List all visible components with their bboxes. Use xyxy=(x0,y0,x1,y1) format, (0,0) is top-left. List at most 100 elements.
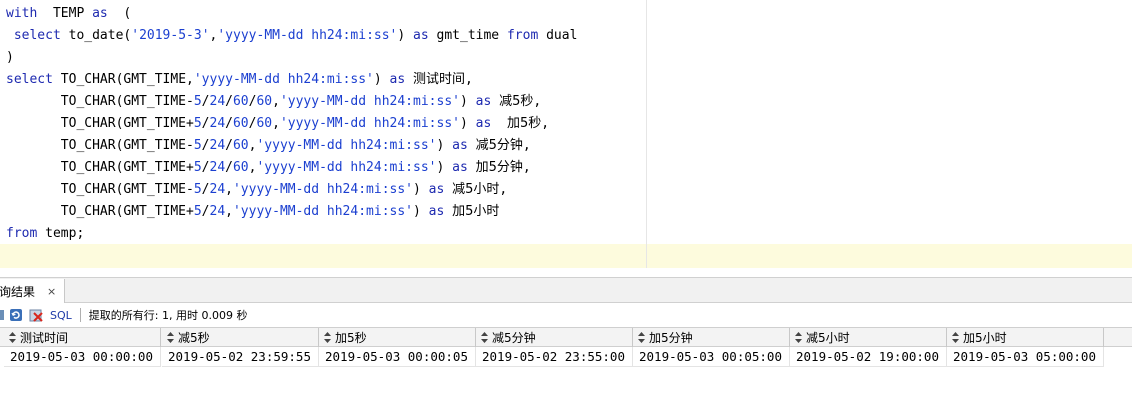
code-token: 'yyyy-MM-dd hh24:mi:ss' xyxy=(217,28,398,43)
code-token: 'yyyy-MM-dd hh24:mi:ss' xyxy=(279,94,460,109)
table-cell[interactable]: 2019-05-02 23:55:00 xyxy=(476,347,633,367)
column-header[interactable]: 测试时间 xyxy=(4,328,161,347)
code-token: 'yyyy-MM-dd hh24:mi:ss' xyxy=(256,138,437,153)
table-cell[interactable]: 2019-05-03 00:00:00 xyxy=(4,347,161,367)
table-cell[interactable]: 2019-05-02 23:59:55 xyxy=(162,347,319,367)
refresh-icon[interactable] xyxy=(8,307,24,323)
column-header-label: 加5分钟 xyxy=(649,331,693,345)
table-cell[interactable]: 2019-05-02 19:00:00 xyxy=(790,347,947,367)
table-cell[interactable]: 2019-05-03 05:00:00 xyxy=(947,347,1104,367)
code-token: TO_CHAR(GMT_TIME+ xyxy=(6,116,194,131)
code-token: 'yyyy-MM-dd hh24:mi:ss' xyxy=(232,182,413,197)
code-token: 60 xyxy=(232,116,249,131)
code-token: as xyxy=(413,28,429,43)
results-grid[interactable]: 测试时间 减5秒 加5秒 减5分钟 加5分钟 减5小时 加5小时 2019-05-03 00… xyxy=(0,327,1132,367)
sort-icon xyxy=(166,331,175,344)
column-header[interactable]: 减5秒 xyxy=(162,328,319,347)
code-token: / xyxy=(225,160,233,175)
code-token: 加5秒 xyxy=(506,116,542,131)
column-header-label: 减5分钟 xyxy=(492,331,536,345)
column-header-label: 加5小时 xyxy=(963,331,1007,345)
code-token: , xyxy=(541,116,550,131)
code-token: 'yyyy-MM-dd hh24:mi:ss' xyxy=(256,160,437,175)
code-token: , xyxy=(225,182,233,197)
code-line: from temp; xyxy=(6,223,84,245)
sql-button[interactable]: SQL xyxy=(50,309,72,322)
code-token: 减5秒 xyxy=(499,94,534,109)
table-row[interactable]: 2019-05-03 00:00:00 2019-05-02 23:59:55 20… xyxy=(0,347,1132,367)
column-header[interactable]: 加5分钟 xyxy=(633,328,790,347)
tab-query-results[interactable]: 询结果 × xyxy=(0,279,66,303)
tab-query-results-label: 询结果 xyxy=(0,284,36,299)
code-token: ) xyxy=(6,50,14,65)
code-token: temp; xyxy=(37,226,85,241)
code-token: , xyxy=(533,94,542,109)
code-token: , xyxy=(465,72,473,87)
code-token: 60 xyxy=(232,160,249,175)
close-icon[interactable]: × xyxy=(47,285,56,298)
code-token: select xyxy=(13,28,61,43)
sort-icon xyxy=(637,331,646,344)
code-token: '2019-5-3' xyxy=(131,28,210,43)
code-token: / xyxy=(225,94,233,109)
code-line: with TEMP as ( xyxy=(6,3,131,25)
code-token: ) xyxy=(459,94,476,109)
code-token: gmt_time xyxy=(428,28,507,43)
code-token: 24 xyxy=(209,94,226,109)
sort-icon xyxy=(951,331,960,344)
code-token: with xyxy=(6,6,38,21)
code-token: / xyxy=(225,116,233,131)
code-line: select TO_CHAR(GMT_TIME,'yyyy-MM-dd hh24… xyxy=(6,69,473,91)
toolbar-divider xyxy=(79,308,81,322)
code-token: 加5分钟 xyxy=(475,160,523,175)
code-token: , xyxy=(522,160,531,175)
code-token: / xyxy=(201,182,210,197)
code-token: , xyxy=(499,182,508,197)
column-header[interactable]: 加5小时 xyxy=(947,328,1104,347)
code-token: 加5小时 xyxy=(452,204,500,219)
grid-body: 2019-05-03 00:00:00 2019-05-02 23:59:55 20… xyxy=(0,347,1132,367)
column-header[interactable]: 减5小时 xyxy=(790,328,947,347)
sql-editor[interactable]: with TEMP as ( select to_date('2019-5-3'… xyxy=(0,0,1132,270)
code-token: ) xyxy=(397,28,414,43)
code-token: ) xyxy=(436,138,453,153)
code-token: / xyxy=(201,138,210,153)
code-line: TO_CHAR(GMT_TIME+5/24/60,'yyyy-MM-dd hh2… xyxy=(6,157,531,179)
table-cell[interactable]: 2019-05-03 00:05:00 xyxy=(633,347,790,367)
delete-icon[interactable] xyxy=(28,307,44,323)
code-token: 5 xyxy=(193,160,202,175)
fetch-status: 提取的所有行: 1, 用时 0.009 秒 xyxy=(88,309,248,322)
code-token: TO_CHAR(GMT_TIME, xyxy=(52,72,194,87)
code-token: 'yyyy-MM-dd hh24:mi:ss' xyxy=(232,204,413,219)
code-token: TO_CHAR(GMT_TIME- xyxy=(6,138,194,153)
sort-icon xyxy=(794,331,803,344)
code-token: , xyxy=(522,138,531,153)
column-header[interactable]: 加5秒 xyxy=(319,328,476,347)
code-line: select to_date('2019-5-3','yyyy-MM-dd hh… xyxy=(6,25,578,47)
code-token: 24 xyxy=(209,204,226,219)
table-cell[interactable]: 2019-05-03 00:00:05 xyxy=(319,347,476,367)
code-token: , xyxy=(225,204,233,219)
code-token: as xyxy=(475,94,492,109)
column-header[interactable]: 减5分钟 xyxy=(476,328,633,347)
code-token: ) xyxy=(459,116,476,131)
code-token: 60 xyxy=(256,116,273,131)
pin-icon[interactable] xyxy=(0,307,6,323)
code-token: 测试时间 xyxy=(413,72,466,87)
code-token: ) xyxy=(413,182,429,197)
code-line: TO_CHAR(GMT_TIME+5/24,'yyyy-MM-dd hh24:m… xyxy=(6,201,500,223)
code-token: / xyxy=(201,204,210,219)
code-token: 5 xyxy=(193,204,202,219)
code-token: 5 xyxy=(193,138,202,153)
code-line: TO_CHAR(GMT_TIME-5/24,'yyyy-MM-dd hh24:m… xyxy=(6,179,507,201)
code-token: 'yyyy-MM-dd hh24:mi:ss' xyxy=(279,116,460,131)
code-token: / xyxy=(201,160,210,175)
code-token: ) xyxy=(373,72,390,87)
